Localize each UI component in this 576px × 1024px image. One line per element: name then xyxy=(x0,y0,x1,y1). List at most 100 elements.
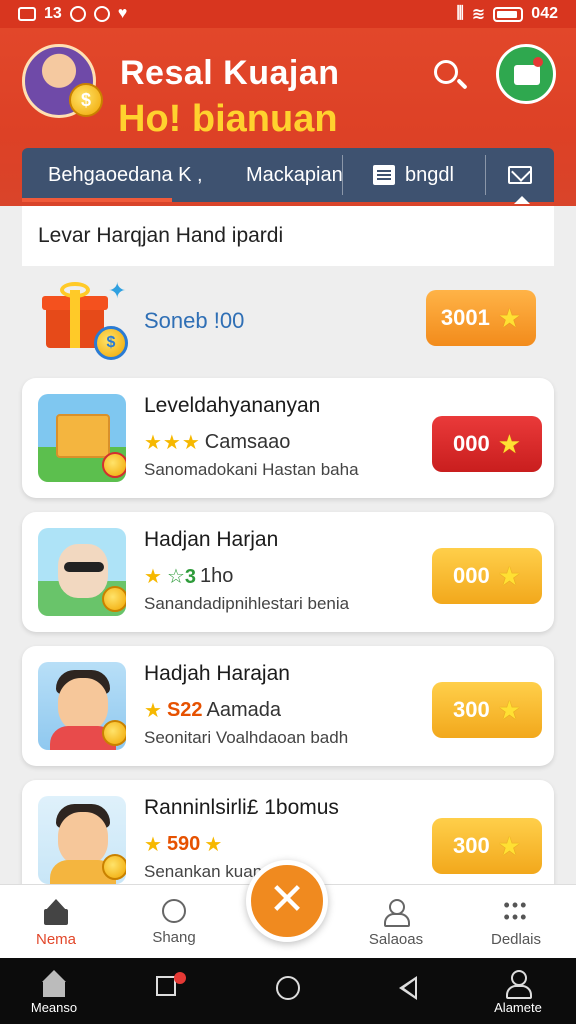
reward-value: 3001 xyxy=(440,305,490,330)
nav-label: Shang xyxy=(152,929,196,946)
system-home-circle[interactable] xyxy=(248,970,328,1002)
home-icon xyxy=(42,899,70,925)
app-subtitle: Ho! bianuan xyxy=(118,98,338,140)
close-fab-button[interactable]: ✕ xyxy=(246,860,328,942)
nav-label: Nema xyxy=(35,931,76,948)
card-subtitle: Seonitari Voalhdaoan badh xyxy=(144,728,349,747)
card-thumbnail xyxy=(38,394,126,482)
home-icon xyxy=(40,970,68,998)
clock-text: 042 xyxy=(531,5,558,22)
coin-icon: $ xyxy=(69,83,103,117)
card-subtitle: Sanandadipnihlestari benia xyxy=(144,594,350,613)
nav-dedlais[interactable]: ••• ••• Dedlais xyxy=(476,895,556,948)
card-rating: ★ S22 Aamada xyxy=(144,698,281,723)
account-icon xyxy=(504,970,532,999)
nav-home[interactable]: Nema xyxy=(16,899,96,948)
rating-stars: ★★★ xyxy=(144,432,201,454)
wallet-button[interactable] xyxy=(496,44,556,104)
section-title: Levar Harqjan Hand ipardi xyxy=(38,224,284,247)
tab-mackapian[interactable]: Mackapian xyxy=(232,148,343,202)
gift-box-icon: ✦ $ xyxy=(42,278,128,360)
card-rating: ★★★ Camsaao xyxy=(144,430,290,455)
nav-shang[interactable]: Shang xyxy=(134,899,214,946)
tab-indicator xyxy=(514,196,530,204)
signal-icon: ⫼ xyxy=(456,5,464,22)
coin-icon: $ xyxy=(94,326,128,360)
promo-reward-button[interactable]: 3001 ★ xyxy=(426,290,536,346)
system-nav-bar: Meanso Alamete xyxy=(0,958,576,1024)
rating-text: Camsaao xyxy=(204,431,291,453)
character-face xyxy=(58,812,108,866)
star-icon: ★ xyxy=(497,694,522,725)
folder-icon xyxy=(56,414,110,458)
card-subtitle: Sanomadokani Hastan baha xyxy=(144,460,359,479)
promo-text: Soneb !00 xyxy=(144,308,245,333)
more-icon: ••• ••• xyxy=(503,895,529,927)
tab-behgaoedana[interactable]: Behgaoedana K , xyxy=(22,148,232,202)
promo-row[interactable]: ✦ $ Soneb !00 3001 ★ xyxy=(22,270,554,370)
system-nav-label: Meanso xyxy=(30,1000,78,1015)
reward-button[interactable]: 000 ★ xyxy=(432,416,542,472)
app-notification-icon xyxy=(69,6,86,22)
card-title: Leveldahyananyan xyxy=(144,394,321,417)
nav-label: Dedlais xyxy=(490,931,542,948)
star-icon: ★ xyxy=(497,428,522,459)
card-title: Hadjan Harjan xyxy=(144,528,279,551)
star-icon: ★ xyxy=(497,302,522,333)
mail-icon xyxy=(508,166,532,184)
system-account[interactable]: Alamete xyxy=(478,970,558,1015)
rating-text: Aamada xyxy=(206,699,282,721)
system-nav-label: Alamete xyxy=(494,1000,542,1015)
tab-mail[interactable] xyxy=(486,148,554,202)
task-card[interactable]: Hadjan Harjan ★ ☆3 1ho Sanandadipnihlest… xyxy=(22,512,554,632)
sparkle-icon: ✦ xyxy=(108,278,127,303)
rating-stars: ★ xyxy=(144,566,163,588)
document-icon xyxy=(373,165,395,185)
rating-prefix: 590 xyxy=(166,833,201,855)
system-home[interactable]: Meanso xyxy=(14,970,94,1015)
rating-text: 1ho xyxy=(200,565,234,587)
reward-value: 300 xyxy=(452,697,490,722)
notification-icon xyxy=(18,7,36,21)
card-thumbnail xyxy=(38,796,126,884)
reward-button[interactable]: 000 ★ xyxy=(432,548,542,604)
task-card[interactable]: Leveldahyananyan ★★★ Camsaao Sanomadokan… xyxy=(22,378,554,498)
reward-button[interactable]: 300 ★ xyxy=(432,818,542,874)
card-title: Ranninlsirli£ 1bomus xyxy=(144,796,339,819)
tab-bngdl[interactable]: bngdl xyxy=(343,148,485,202)
coin-icon xyxy=(102,854,126,880)
system-back[interactable] xyxy=(368,970,448,1002)
tab-label: Behgaoedana K , xyxy=(48,163,203,186)
task-card[interactable]: Hadjah Harajan ★ S22 Aamada Seonitari Vo… xyxy=(22,646,554,766)
nav-salaoas[interactable]: Salaoas xyxy=(356,899,436,948)
star-icon: ★ xyxy=(497,560,522,591)
rating-stars: ★ xyxy=(144,834,163,856)
home-circle-icon xyxy=(276,976,300,1000)
reward-value: 300 xyxy=(452,833,490,858)
coin-icon xyxy=(102,452,126,478)
chat-icon xyxy=(162,899,186,923)
system-recent-apps[interactable] xyxy=(126,970,206,998)
rating-prefix: ☆3 xyxy=(166,566,196,588)
tab-label: bngdl xyxy=(405,163,454,186)
notification-badge xyxy=(174,972,186,984)
rating-text: ★ xyxy=(204,834,224,856)
heart-icon: ♥ xyxy=(117,5,128,22)
status-left-text: 13 xyxy=(44,5,62,22)
card-rating: ★ 590 ★ xyxy=(144,832,223,857)
recent-apps-icon xyxy=(156,976,176,996)
card-thumbnail xyxy=(38,662,126,750)
card-rating: ★ ☆3 1ho xyxy=(144,564,233,589)
app-title: Resal Kuajan xyxy=(120,54,340,92)
sync-icon xyxy=(93,6,110,22)
card-thumbnail xyxy=(38,528,126,616)
wifi-icon: ≋ xyxy=(471,6,486,23)
reward-value: 000 xyxy=(452,563,490,588)
user-avatar[interactable]: $ xyxy=(22,44,103,118)
reward-button[interactable]: 300 ★ xyxy=(432,682,542,738)
rating-stars: ★ xyxy=(144,700,163,722)
status-bar: 13 ♥ ⫼ ≋ 042 xyxy=(0,0,576,28)
user-icon xyxy=(382,899,410,927)
search-icon[interactable] xyxy=(430,56,470,96)
rating-prefix: S22 xyxy=(166,699,203,721)
